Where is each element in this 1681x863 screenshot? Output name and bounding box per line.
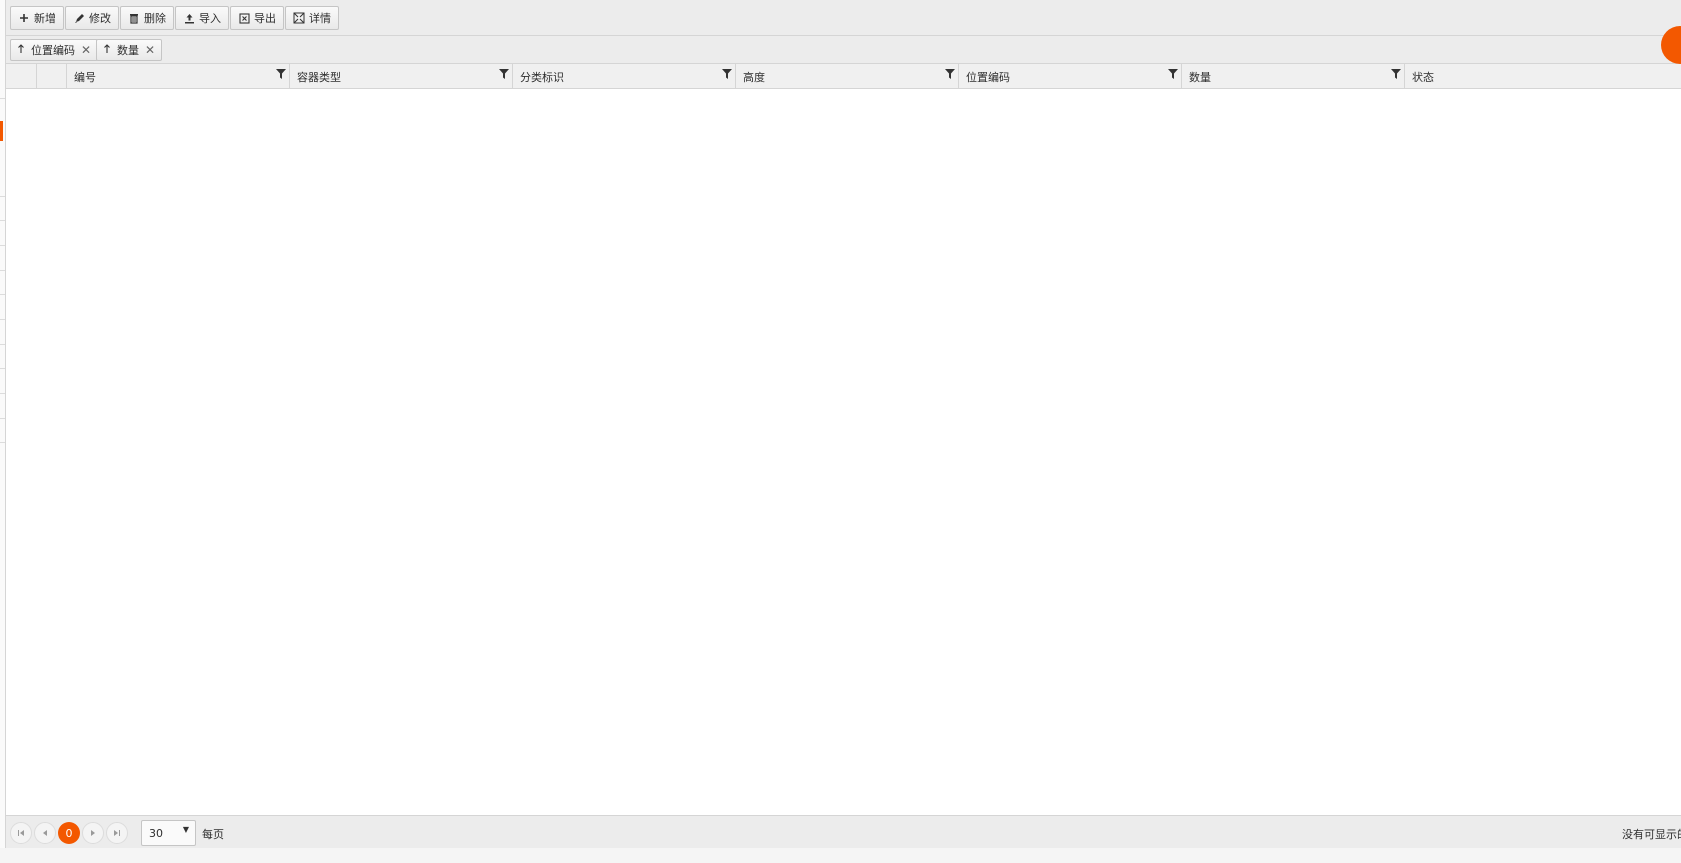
group-chip-location-code[interactable]: 位置编码 ✕ [10, 39, 99, 61]
column-header-container-type[interactable]: 容器类型 [289, 64, 512, 89]
plus-icon [18, 12, 30, 24]
column-header-label: 分类标识 [520, 70, 564, 84]
import-button[interactable]: 导入 [175, 6, 229, 30]
column-header-label: 高度 [743, 70, 765, 84]
group-by-bar: 位置编码 ✕ 数量 ✕ [6, 36, 1681, 64]
next-page-button[interactable] [82, 822, 104, 844]
grid-panel: 新增 修改 删除 导入 导出 详情 位置编码 ✕ 数量 ✕ 编号 容器类型 分类… [5, 0, 1681, 848]
edit-button[interactable]: 修改 [65, 6, 119, 30]
table-body [6, 89, 1681, 815]
filter-icon[interactable] [1391, 69, 1401, 79]
column-header-label: 编号 [74, 70, 96, 84]
previous-page-button[interactable] [34, 822, 56, 844]
filter-icon[interactable] [945, 69, 955, 79]
edit-button-label: 修改 [89, 12, 111, 25]
current-page-indicator[interactable]: 0 [58, 822, 80, 844]
previous-page-icon [43, 830, 47, 836]
toolbar: 新增 修改 删除 导入 导出 详情 [6, 0, 1681, 36]
select-column-header[interactable] [36, 64, 66, 89]
delete-button-label: 删除 [144, 12, 166, 25]
details-button-label: 详情 [309, 12, 331, 25]
details-icon [293, 12, 305, 24]
pager: 0 30 ▼ 每页 没有可显示的记录 [6, 815, 1681, 848]
left-accent-marker [0, 121, 3, 141]
table-header: 编号 容器类型 分类标识 高度 位置编码 数量 状态 [6, 64, 1681, 89]
details-button[interactable]: 详情 [285, 6, 339, 30]
column-header-location-code[interactable]: 位置编码 [958, 64, 1181, 89]
column-header-label: 位置编码 [966, 70, 1010, 84]
filter-icon[interactable] [1168, 69, 1178, 79]
page-size-value: 30 [149, 826, 163, 840]
excel-icon [238, 12, 250, 24]
column-header-category-flag[interactable]: 分类标识 [512, 64, 735, 89]
first-page-button[interactable] [10, 822, 32, 844]
column-header-height[interactable]: 高度 [735, 64, 958, 89]
import-button-label: 导入 [199, 12, 221, 25]
sort-asc-icon[interactable] [17, 43, 25, 57]
pencil-icon [73, 12, 85, 24]
export-button[interactable]: 导出 [230, 6, 284, 30]
last-page-icon [114, 830, 120, 836]
trash-icon [128, 12, 140, 24]
last-page-button[interactable] [106, 822, 128, 844]
first-page-icon [18, 830, 24, 836]
filter-icon[interactable] [499, 69, 509, 79]
filter-icon[interactable] [722, 69, 732, 79]
group-indent-column [6, 64, 36, 89]
add-button-label: 新增 [34, 12, 56, 25]
close-icon[interactable]: ✕ [145, 43, 155, 57]
upload-icon [183, 12, 195, 24]
page-size-select[interactable]: 30 ▼ [141, 820, 196, 846]
column-header-label: 状态 [1412, 70, 1434, 84]
delete-button[interactable]: 删除 [120, 6, 174, 30]
close-icon[interactable]: ✕ [81, 43, 91, 57]
chevron-down-icon: ▼ [182, 825, 189, 834]
column-header-label: 容器类型 [297, 70, 341, 84]
sort-asc-icon[interactable] [103, 43, 111, 57]
next-page-icon [91, 830, 95, 836]
column-header-label: 数量 [1189, 70, 1211, 84]
column-header-id[interactable]: 编号 [66, 64, 289, 89]
filter-icon[interactable] [276, 69, 286, 79]
group-chip-label: 位置编码 [31, 44, 75, 57]
group-chip-quantity[interactable]: 数量 ✕ [96, 39, 163, 61]
group-chip-label: 数量 [117, 44, 139, 57]
pager-info: 没有可显示的记录 [1622, 828, 1681, 841]
column-header-status[interactable]: 状态 [1404, 64, 1681, 89]
add-button[interactable]: 新增 [10, 6, 64, 30]
column-header-quantity[interactable]: 数量 [1181, 64, 1404, 89]
per-page-label: 每页 [202, 828, 224, 841]
export-button-label: 导出 [254, 12, 276, 25]
